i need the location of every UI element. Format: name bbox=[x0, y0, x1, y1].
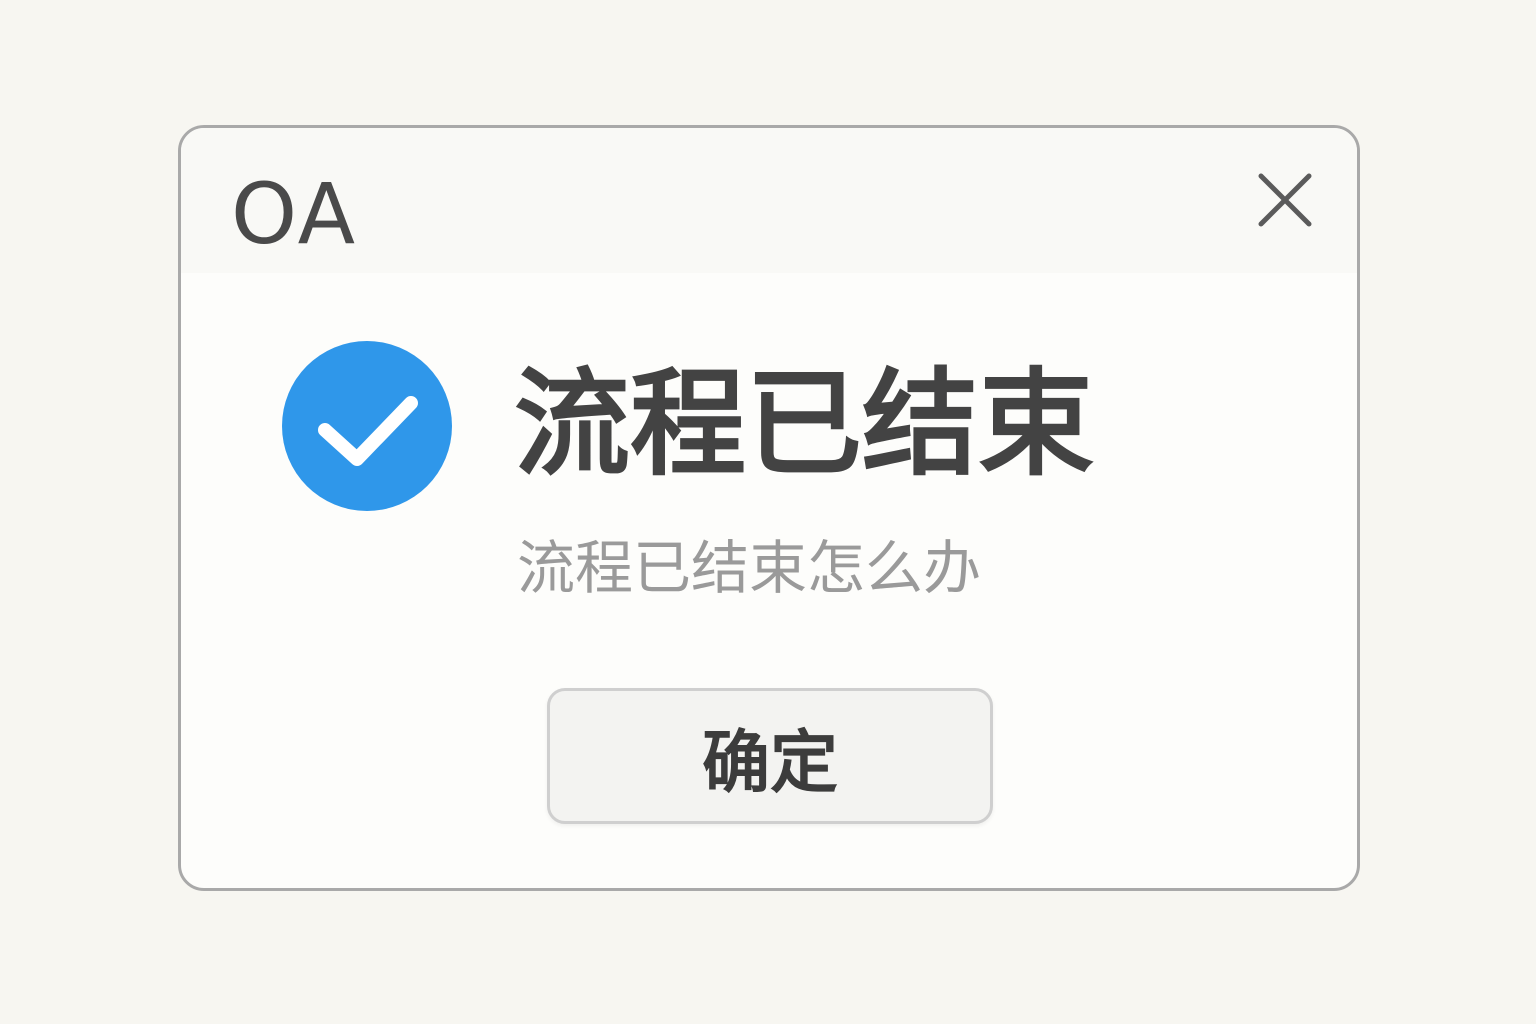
message-dialog: OA 流程已结束 流程已结束怎么办 确定 bbox=[178, 125, 1360, 891]
close-button[interactable] bbox=[1253, 168, 1317, 232]
app-title: OA bbox=[231, 165, 358, 263]
dialog-subtitle: 流程已结束怎么办 bbox=[517, 534, 982, 602]
check-circle-icon bbox=[281, 340, 453, 512]
dialog-titlebar: OA bbox=[181, 128, 1357, 273]
confirm-button[interactable]: 确定 bbox=[547, 688, 993, 824]
dialog-title: 流程已结束 bbox=[514, 357, 1094, 492]
close-icon bbox=[1258, 173, 1312, 227]
